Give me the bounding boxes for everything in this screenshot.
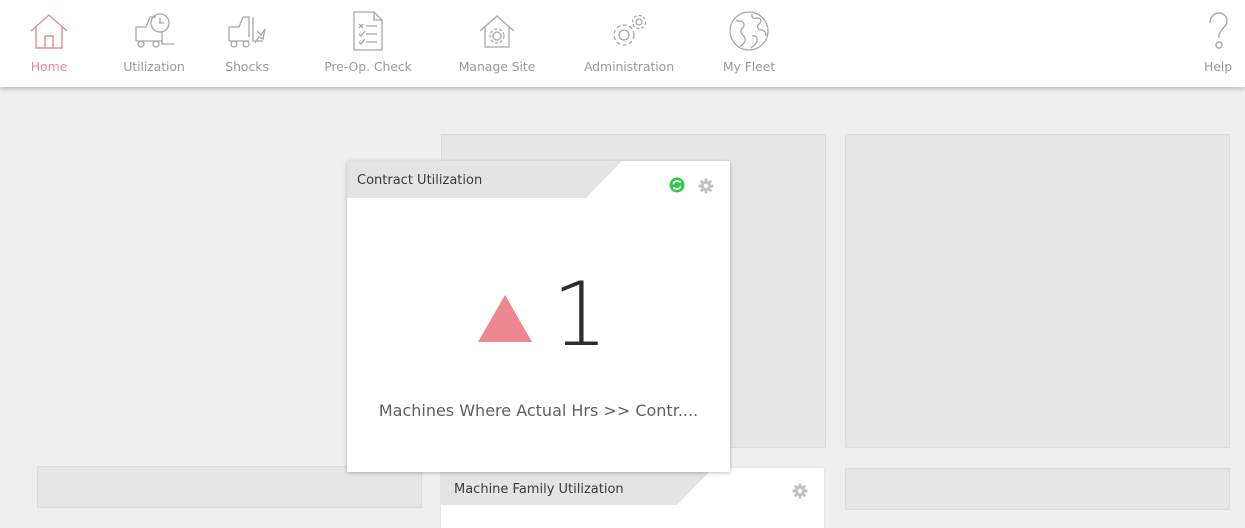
- contract-utilization-widget[interactable]: Contract Utilization 1 Machines Where Ac…: [347, 161, 730, 472]
- widget-title: Contract Utilization: [357, 173, 483, 188]
- widget-header: Machine Family Utilization: [441, 468, 713, 505]
- home-icon: [29, 9, 69, 53]
- nav-item-label: Help: [1203, 59, 1233, 74]
- kpi-caption: Machines Where Actual Hrs >> Contr....: [378, 401, 699, 420]
- nav-item-administration[interactable]: Administration: [577, 0, 681, 87]
- machine-family-utilization-widget: Machine Family Utilization: [441, 468, 824, 528]
- dashboard-tile-placeholder: [845, 468, 1230, 510]
- nav-item-help[interactable]: Help: [1198, 0, 1238, 87]
- nav-item-home[interactable]: Home: [24, 0, 74, 87]
- nav-item-label: Home: [30, 59, 68, 74]
- kpi-value: 1: [552, 263, 608, 366]
- nav-item-label: Shocks: [225, 59, 269, 74]
- gears-icon: [609, 9, 649, 53]
- nav-item-shocks[interactable]: Shocks: [217, 0, 277, 87]
- trend-up-arrow-icon: [478, 295, 532, 342]
- nav-item-label: Utilization: [123, 59, 185, 74]
- widget-header[interactable]: Contract Utilization: [347, 161, 622, 198]
- refresh-icon[interactable]: [669, 177, 685, 197]
- nav-item-my-fleet[interactable]: My Fleet: [716, 0, 782, 87]
- top-navigation-bar: Home Utilization Shocks Pre-Op. Check Ma…: [0, 0, 1245, 87]
- manage-site-icon: [477, 9, 517, 53]
- utilization-icon: [132, 9, 176, 53]
- help-icon: [1206, 9, 1230, 53]
- widget-title: Machine Family Utilization: [454, 482, 624, 497]
- shocks-icon: [225, 9, 269, 53]
- nav-item-utilization[interactable]: Utilization: [116, 0, 192, 87]
- nav-item-pre-op-check[interactable]: Pre-Op. Check: [320, 0, 416, 87]
- settings-gear-icon[interactable]: [792, 483, 808, 503]
- settings-gear-icon[interactable]: [698, 178, 714, 198]
- globe-icon: [728, 9, 770, 53]
- dashboard-tile-placeholder: [845, 134, 1230, 448]
- nav-item-label: Pre-Op. Check: [324, 59, 412, 74]
- nav-item-label: My Fleet: [722, 59, 776, 74]
- checklist-icon: [351, 9, 385, 53]
- nav-item-label: Administration: [583, 59, 675, 74]
- nav-item-label: Manage Site: [458, 59, 536, 74]
- nav-item-manage-site[interactable]: Manage Site: [452, 0, 542, 87]
